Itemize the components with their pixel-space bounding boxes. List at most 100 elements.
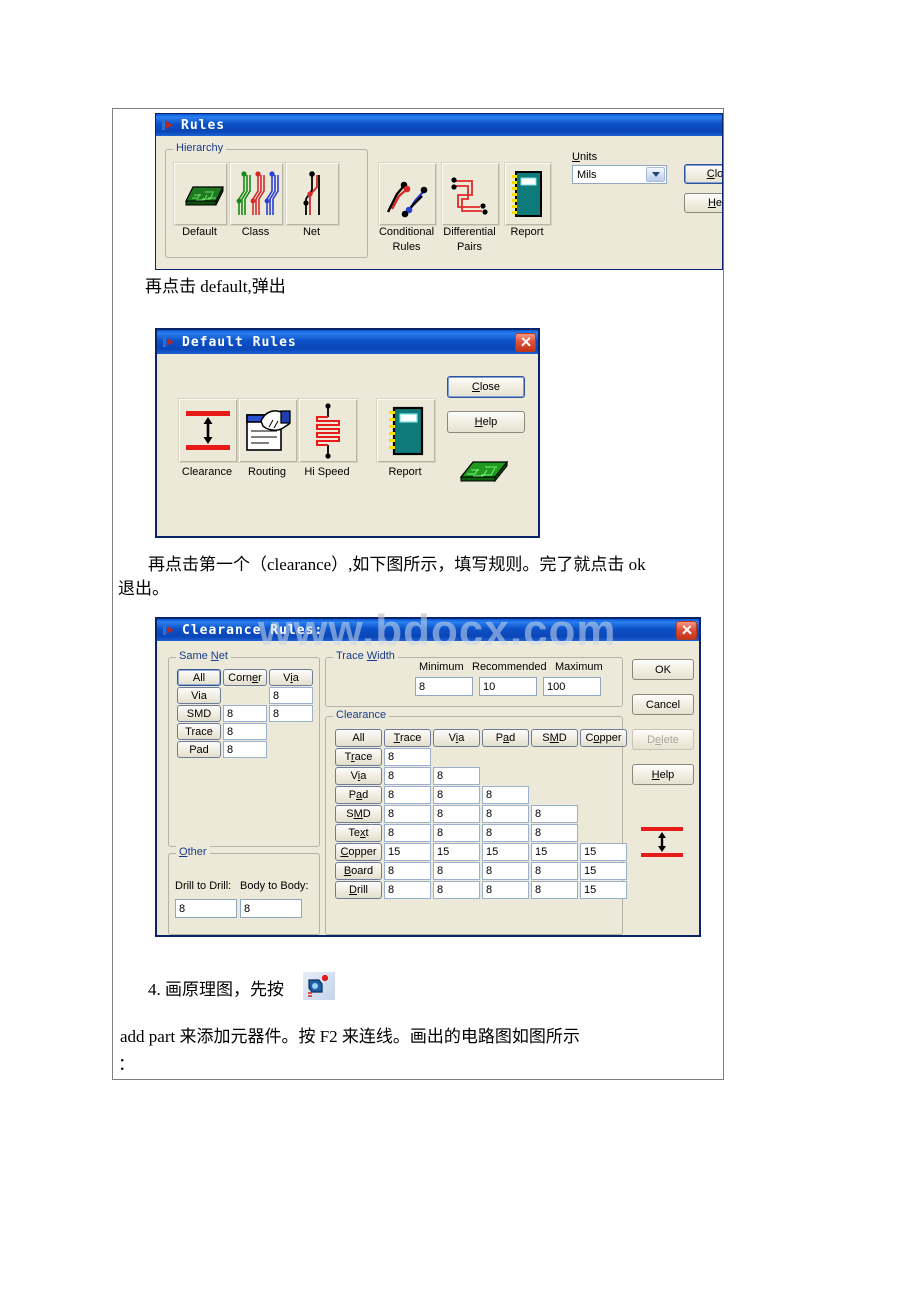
clearance-header-all[interactable]: All [335, 729, 382, 747]
clearance-cell-board-trace[interactable]: 8 [384, 862, 431, 880]
same-net-header-corner[interactable]: Corner [223, 669, 267, 686]
clearance-cell-copper-via[interactable]: 15 [433, 843, 480, 861]
clearance-cell-drill-pad[interactable]: 8 [482, 881, 529, 899]
clearance-cell-text-smd[interactable]: 8 [531, 824, 578, 842]
clearance-cell-via-via[interactable]: 8 [433, 767, 480, 785]
clearance-cell-board-via[interactable]: 8 [433, 862, 480, 880]
default-tile-hispeed[interactable] [298, 398, 358, 463]
clearance-ok-button[interactable]: OK [632, 659, 694, 680]
default-tile-routing[interactable] [238, 398, 298, 463]
clearance-cell-drill-via[interactable]: 8 [433, 881, 480, 899]
trace-width-rec-input[interactable]: 10 [479, 677, 537, 696]
tile-report-label: Report [510, 226, 544, 238]
tw-cap-u: W [366, 650, 378, 662]
trace-width-max-input[interactable]: 100 [543, 677, 601, 696]
clearance-cell-text-trace[interactable]: 8 [384, 824, 431, 842]
clearance-row-board[interactable]: Board [335, 862, 382, 880]
clearance-cell-smd-smd[interactable]: 8 [531, 805, 578, 823]
clearance-cell-smd-via-value: 8 [437, 808, 444, 820]
clearance-help-button[interactable]: Help [632, 764, 694, 785]
clearance-row-text[interactable]: Text [335, 824, 382, 842]
clearance-cell-board-copper[interactable]: 15 [580, 862, 627, 880]
clearance-cell-pad-trace[interactable]: 8 [384, 786, 431, 804]
drill-to-drill-label: Drill to Drill: [175, 880, 232, 892]
clearance-cell-drill-trace-value: 8 [388, 884, 395, 896]
trace-width-min-value: 8 [419, 680, 426, 693]
same-net-cell-pad-corner[interactable]: 8 [223, 741, 267, 758]
clearance-header-trace[interactable]: Trace [384, 729, 431, 747]
hierarchy-tile-default[interactable] [173, 162, 228, 226]
clearance-row-trace[interactable]: Trace [335, 748, 382, 766]
clearance-row-drill[interactable]: Drill [335, 881, 382, 899]
clearance-cell-via-trace[interactable]: 8 [384, 767, 431, 785]
clearance-row-via[interactable]: Via [335, 767, 382, 785]
clearance-cell-smd-pad[interactable]: 8 [482, 805, 529, 823]
clearance-cell-copper-copper[interactable]: 15 [580, 843, 627, 861]
note-schematic-2: add part 来添加元器件。按 F2 来连线。画出的电路图如图所示 [120, 1027, 580, 1046]
clearance-cell-smd-trace[interactable]: 8 [384, 805, 431, 823]
same-net-row-smd[interactable]: SMD [177, 705, 221, 722]
clearance-header-via[interactable]: Via [433, 729, 480, 747]
rules-window: Rules Hierarchy Default Class Net Condit… [155, 113, 723, 270]
clearance-cell-text-smd-value: 8 [535, 827, 542, 839]
clearance-row-smd-label: SMD [346, 808, 371, 820]
clearance-cell-trace-trace-value: 8 [388, 751, 395, 763]
default-tile-report[interactable] [376, 398, 436, 463]
clearance-cell-drill-copper[interactable]: 15 [580, 881, 627, 899]
hierarchy-tile-class[interactable] [229, 162, 284, 226]
drill-to-drill-input[interactable]: 8 [175, 899, 237, 918]
body-to-body-label: Body to Body: [240, 880, 309, 892]
same-net-cell-smd-via[interactable]: 8 [269, 705, 313, 722]
tile-report[interactable] [504, 162, 552, 226]
clearance-cell-text-pad[interactable]: 8 [482, 824, 529, 842]
close-icon[interactable] [676, 620, 697, 640]
same-net-row-pad[interactable]: Pad [177, 741, 221, 758]
clearance-cell-board-smd[interactable]: 8 [531, 862, 578, 880]
rules-help-button[interactable]: He [684, 193, 722, 213]
clearance-cell-pad-pad[interactable]: 8 [482, 786, 529, 804]
chevron-down-icon[interactable] [646, 167, 665, 182]
clearance-cell-smd-smd-value: 8 [535, 808, 542, 820]
clearance-row-pad[interactable]: Pad [335, 786, 382, 804]
rules-client: Hierarchy Default Class Net Conditional … [156, 136, 722, 269]
clearance-cell-copper-trace[interactable]: 15 [384, 843, 431, 861]
clearance-cell-smd-via[interactable]: 8 [433, 805, 480, 823]
hierarchy-caption: Hierarchy [173, 142, 227, 154]
clearance-cell-drill-smd[interactable]: 8 [531, 881, 578, 899]
hierarchy-tile-net[interactable] [285, 162, 340, 226]
default-tile-clearance[interactable] [178, 398, 238, 463]
clearance-cell-text-via[interactable]: 8 [433, 824, 480, 842]
clearance-cell-copper-smd[interactable]: 15 [531, 843, 578, 861]
same-net-row-smd-label: SMD [186, 707, 212, 720]
tile-differential-pairs[interactable] [441, 162, 500, 226]
clearance-cell-drill-trace[interactable]: 8 [384, 881, 431, 899]
same-net-header-via[interactable]: Via [269, 669, 313, 686]
close-icon[interactable] [515, 332, 536, 352]
clearance-cell-copper-pad[interactable]: 15 [482, 843, 529, 861]
same-net-cell-trace-corner[interactable]: 8 [223, 723, 267, 740]
clearance-cancel-button[interactable]: Cancel [632, 694, 694, 715]
clearance-header-copper[interactable]: Copper [580, 729, 627, 747]
same-net-cell-smd-corner[interactable]: 8 [223, 705, 267, 722]
tile-conditional-rules[interactable] [378, 162, 437, 226]
clearance-cell-board-pad[interactable]: 8 [482, 862, 529, 880]
clearance-header-smd[interactable]: SMD [531, 729, 578, 747]
clearance-cell-trace-trace[interactable]: 8 [384, 748, 431, 766]
same-net-row-via[interactable]: Via [177, 687, 221, 704]
note-clearance-1: 再点击第一个（clearance）,如下图所示，填写规则。完了就点击 ok [148, 555, 646, 574]
clearance-cell-pad-via[interactable]: 8 [433, 786, 480, 804]
clearance-row-smd[interactable]: SMD [335, 805, 382, 823]
clearance-row-copper[interactable]: Copper [335, 843, 382, 861]
default-help-button[interactable]: Help [447, 411, 525, 433]
rules-close-button[interactable]: Clo [684, 164, 722, 184]
add-part-icon-box[interactable] [303, 972, 335, 1000]
units-combobox[interactable]: Mils [572, 165, 667, 184]
same-net-header-all[interactable]: All [177, 669, 221, 686]
trace-width-min-input[interactable]: 8 [415, 677, 473, 696]
same-net-row-trace[interactable]: Trace [177, 723, 221, 740]
body-to-body-input[interactable]: 8 [240, 899, 302, 918]
same-net-cell-via-via[interactable]: 8 [269, 687, 313, 704]
note-schematic-3: ： [118, 1055, 135, 1074]
default-close-button[interactable]: Close [447, 376, 525, 398]
clearance-header-pad[interactable]: Pad [482, 729, 529, 747]
